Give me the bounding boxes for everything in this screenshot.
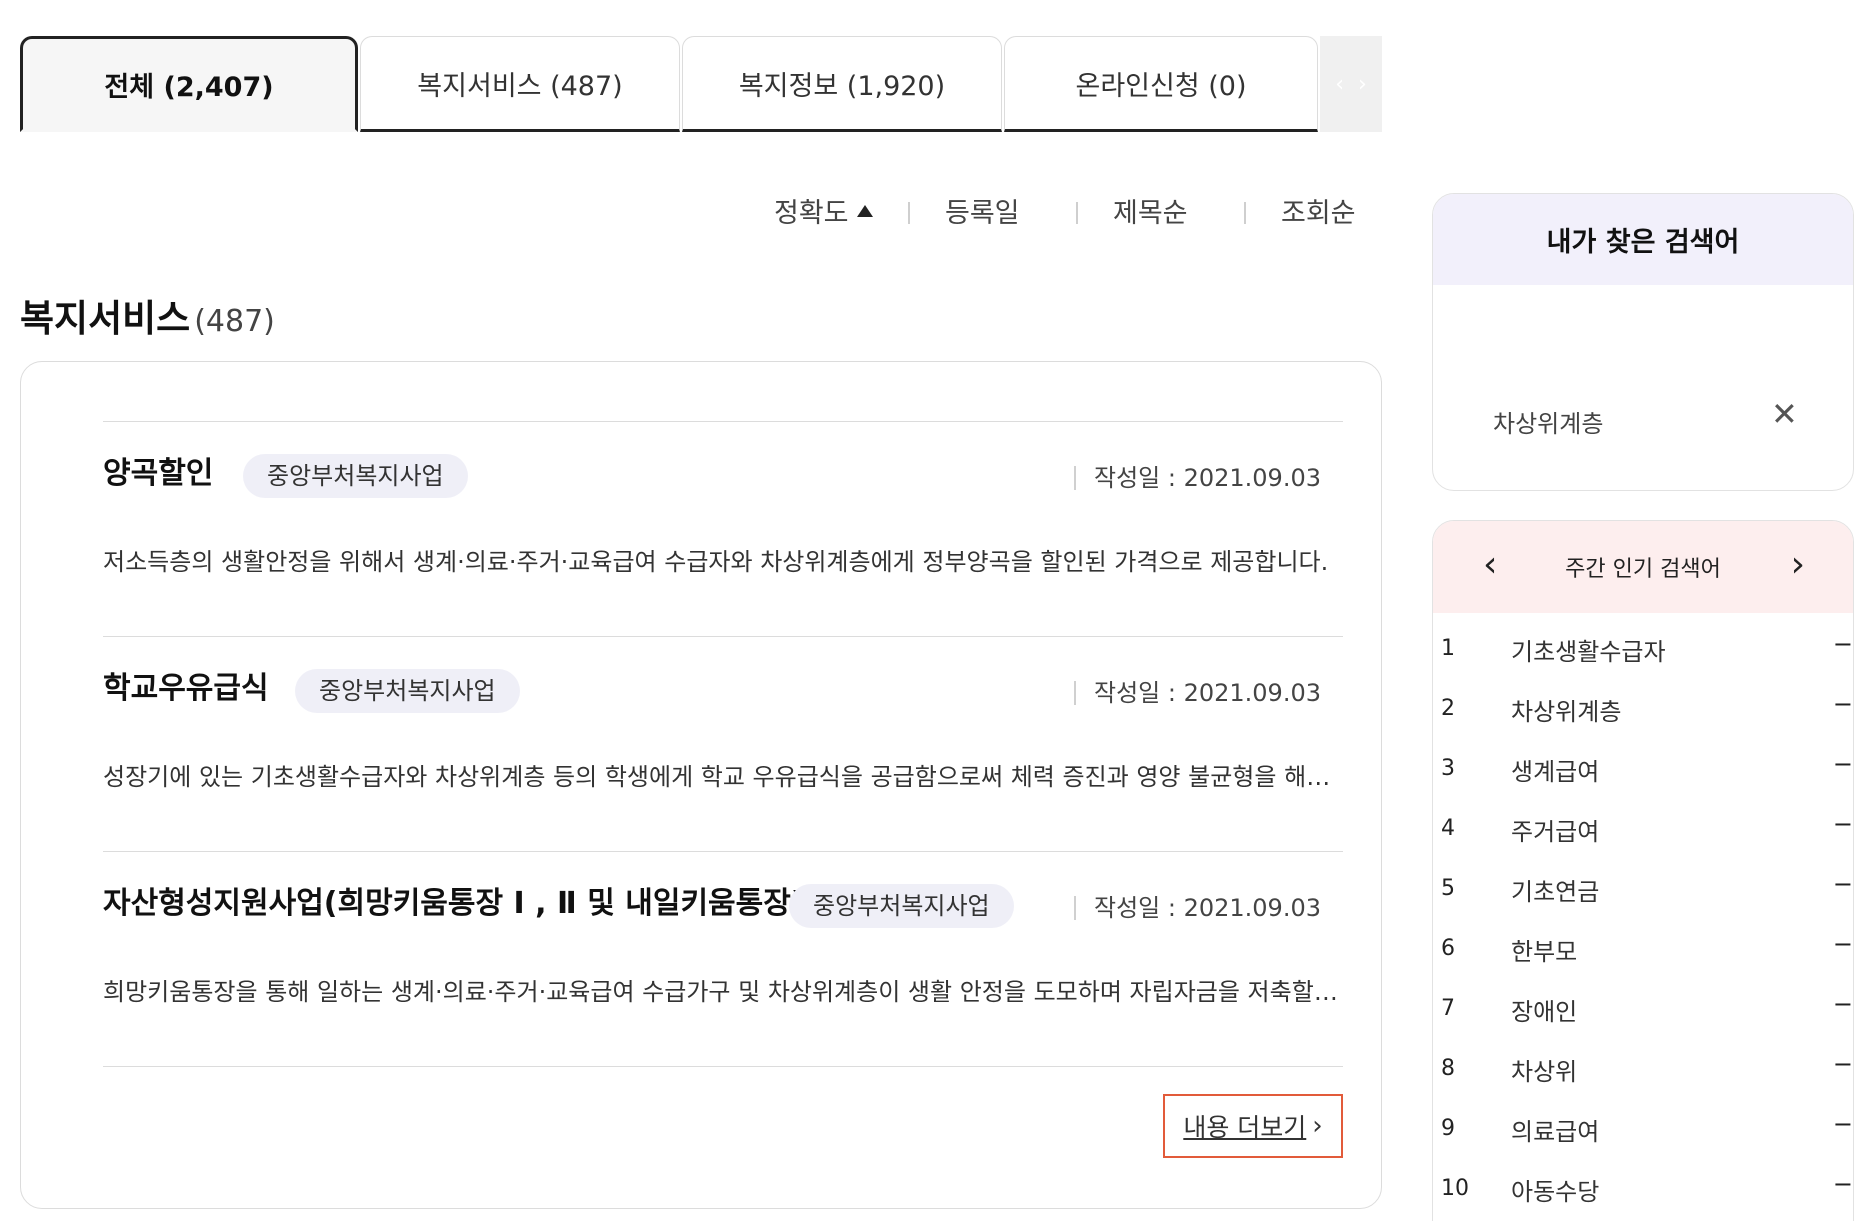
- rank-change-icon: −: [1832, 690, 1853, 718]
- divider: [1244, 202, 1246, 224]
- popular-keyword: 장애인: [1511, 998, 1578, 1026]
- rank-change-icon: −: [1832, 750, 1853, 778]
- divider: [103, 421, 1343, 422]
- results-card: 양곡할인 중앙부처복지사업 작성일 : 2021.09.03 저소득층의 생활안…: [20, 361, 1382, 1209]
- rank-number: 4: [1441, 816, 1455, 841]
- popular-keyword: 생계급여: [1511, 758, 1600, 786]
- load-more-button[interactable]: 내용 더보기 ›: [1163, 1094, 1343, 1158]
- result-description: 저소득층의 생활안정을 위해서 생계·의료·주거·교육급여 수급자와 차상위계층…: [103, 548, 1329, 576]
- popular-keyword-row[interactable]: 10 아동수당 −: [1433, 1170, 1853, 1210]
- category-tag: 중앙부처복지사업: [243, 454, 468, 498]
- popular-keyword: 아동수당: [1511, 1178, 1600, 1206]
- rank-number: 6: [1441, 936, 1455, 961]
- popular-keyword-row[interactable]: 8 차상위 −: [1433, 1050, 1853, 1090]
- weekly-popular-panel: ‹ 주간 인기 검색어 › 1 기초생활수급자 − 2 차상위계층 − 3 생계…: [1432, 520, 1854, 1221]
- close-icon[interactable]: ✕: [1771, 394, 1798, 434]
- popular-title: 주간 인기 검색어: [1565, 557, 1721, 582]
- section-title: 복지서비스 (487): [20, 288, 275, 342]
- popular-keyword: 의료급여: [1511, 1118, 1600, 1146]
- rank-number: 9: [1441, 1116, 1455, 1141]
- load-more-label: 내용 더보기: [1183, 1113, 1307, 1142]
- rank-change-icon: −: [1832, 990, 1853, 1018]
- chevron-right-icon[interactable]: ›: [1791, 543, 1805, 587]
- sort-date[interactable]: 등록일: [945, 194, 1020, 234]
- result-date: 작성일 : 2021.09.03: [1074, 681, 1321, 705]
- popular-keyword-row[interactable]: 1 기초생활수급자 −: [1433, 630, 1853, 670]
- rank-change-icon: −: [1832, 1170, 1853, 1198]
- rank-change-icon: −: [1832, 1110, 1853, 1138]
- caret-up-icon: [856, 205, 873, 217]
- popular-keyword-row[interactable]: 2 차상위계층 −: [1433, 690, 1853, 730]
- tab-scroll-controls: ‹ ›: [1320, 36, 1382, 132]
- result-title[interactable]: 자산형성지원사업(희망키움통장 Ⅰ , Ⅱ 및 내일키움통장): [103, 878, 805, 922]
- rank-number: 7: [1441, 996, 1455, 1021]
- my-searches-title: 내가 찾은 검색어: [1433, 194, 1853, 285]
- category-tag: 중앙부처복지사업: [295, 669, 520, 713]
- recent-search-keyword[interactable]: 차상위계층: [1493, 404, 1603, 439]
- popular-keyword-row[interactable]: 4 주거급여 −: [1433, 810, 1853, 850]
- result-description: 성장기에 있는 기초생활수급자와 차상위계층 등의 학생에게 학교 우유급식을 …: [103, 763, 1343, 791]
- popular-keyword-row[interactable]: 7 장애인 −: [1433, 990, 1853, 1030]
- sort-accuracy[interactable]: 정확도: [774, 194, 873, 234]
- popular-keyword: 기초연금: [1511, 878, 1600, 906]
- category-tag: 중앙부처복지사업: [789, 884, 1014, 928]
- divider: [1076, 202, 1078, 224]
- rank-number: 2: [1441, 696, 1455, 721]
- result-title[interactable]: 양곡할인: [103, 448, 213, 492]
- category-tabs: 전체 (2,407) 복지서비스 (487) 복지정보 (1,920) 온라인신…: [20, 36, 1382, 132]
- result-date: 작성일 : 2021.09.03: [1074, 466, 1321, 490]
- rank-change-icon: −: [1832, 810, 1853, 838]
- rank-change-icon: −: [1832, 870, 1853, 898]
- chevron-right-icon: ›: [1312, 1111, 1323, 1141]
- sort-views[interactable]: 조회순: [1281, 194, 1356, 234]
- rank-change-icon: −: [1832, 930, 1853, 958]
- rank-number: 8: [1441, 1056, 1455, 1081]
- divider: [103, 636, 1343, 637]
- rank-number: 3: [1441, 756, 1455, 781]
- result-title[interactable]: 학교우유급식: [103, 663, 269, 707]
- divider: [908, 202, 910, 224]
- popular-keyword: 기초생활수급자: [1511, 638, 1666, 666]
- popular-keyword: 한부모: [1511, 938, 1578, 966]
- rank-change-icon: −: [1832, 1050, 1853, 1078]
- popular-keyword: 차상위: [1511, 1058, 1578, 1086]
- sort-title[interactable]: 제목순: [1113, 194, 1188, 234]
- popular-keyword-row[interactable]: 9 의료급여 −: [1433, 1110, 1853, 1150]
- chevron-left-icon[interactable]: ‹: [1483, 543, 1497, 587]
- popular-keyword: 주거급여: [1511, 818, 1600, 846]
- section-title-text: 복지서비스: [20, 297, 191, 340]
- popular-keyword: 차상위계층: [1511, 698, 1622, 726]
- popular-keyword-row[interactable]: 6 한부모 −: [1433, 930, 1853, 970]
- rank-number: 5: [1441, 876, 1455, 901]
- rank-number: 10: [1441, 1176, 1469, 1201]
- sort-options: 정확도 등록일 제목순 조회순: [760, 194, 1360, 234]
- tab-welfare-services[interactable]: 복지서비스 (487): [360, 36, 680, 132]
- popular-header: ‹ 주간 인기 검색어 ›: [1433, 521, 1853, 613]
- result-description: 희망키움통장을 통해 일하는 생계·의료·주거·교육급여 수급가구 및 차상위계…: [103, 978, 1343, 1006]
- tab-online-application[interactable]: 온라인신청 (0): [1004, 36, 1318, 132]
- chevron-left-icon[interactable]: ‹: [1335, 72, 1344, 97]
- chevron-right-icon[interactable]: ›: [1358, 72, 1367, 97]
- popular-keyword-row[interactable]: 5 기초연금 −: [1433, 870, 1853, 910]
- sort-accuracy-label: 정확도: [774, 198, 849, 229]
- divider: [103, 851, 1343, 852]
- tab-all[interactable]: 전체 (2,407): [20, 36, 358, 132]
- divider: [103, 1066, 1343, 1067]
- rank-change-icon: −: [1832, 630, 1853, 658]
- rank-number: 1: [1441, 636, 1455, 661]
- my-searches-panel: 내가 찾은 검색어 차상위계층 ✕: [1432, 193, 1854, 491]
- result-date: 작성일 : 2021.09.03: [1074, 896, 1321, 920]
- tab-welfare-info[interactable]: 복지정보 (1,920): [682, 36, 1002, 132]
- popular-keyword-row[interactable]: 3 생계급여 −: [1433, 750, 1853, 790]
- section-count: (487): [194, 304, 275, 339]
